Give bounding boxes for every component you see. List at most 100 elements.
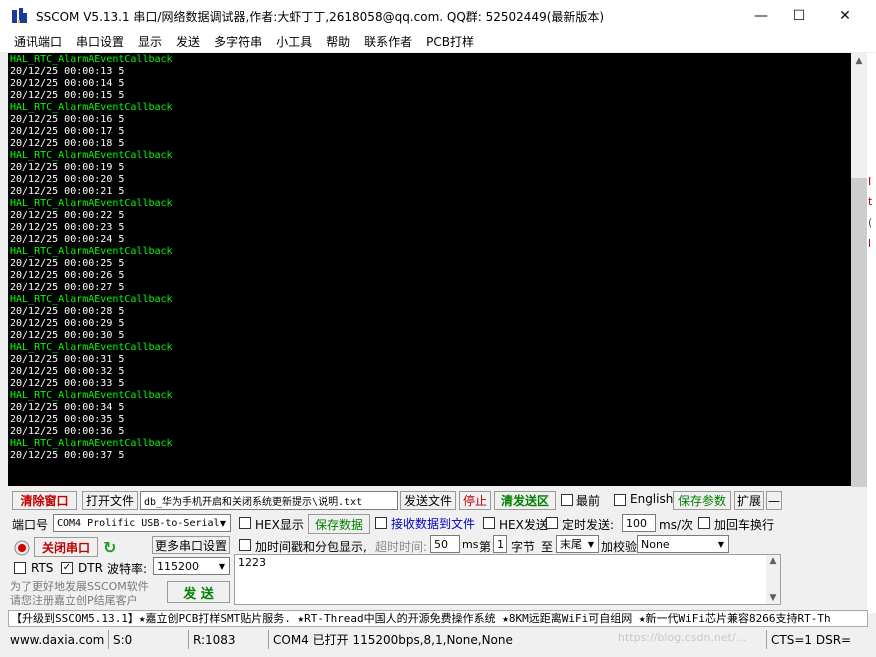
tail-value: 末尾	[560, 538, 582, 551]
dtr-label: DTR	[78, 561, 103, 575]
rts-checkbox[interactable]	[14, 562, 26, 574]
scroll-up-icon[interactable]: ▲	[766, 555, 780, 567]
console-line: HAL_RTC_AlarmAEventCallback	[10, 294, 173, 305]
menu-help[interactable]: 帮助	[326, 33, 350, 50]
menu-send[interactable]: 发送	[176, 33, 200, 50]
port-value: COM4 Prolific USB-to-Serial	[57, 517, 220, 529]
send-scrollbar[interactable]: ▲ ▼	[766, 555, 780, 604]
save-params-label: 保存参数	[677, 494, 726, 508]
console-line: HAL_RTC_AlarmAEventCallback	[10, 246, 173, 257]
window-title: SSCOM V5.13.1 串口/网络数据调试器,作者:大虾丁丁,2618058…	[36, 10, 605, 24]
recv-to-file-label[interactable]: 接收数据到文件	[391, 515, 475, 532]
english-checkbox[interactable]	[614, 494, 626, 506]
timed-unit-label: ms/次	[659, 518, 693, 532]
checksum-select[interactable]: None ▼	[637, 535, 729, 553]
send-file-label: 发送文件	[403, 494, 452, 508]
console-line: 20/12/25 00:00:14 5	[10, 78, 125, 89]
checksum-label: 加校验	[601, 540, 638, 554]
timeout-unit-label: ms	[462, 538, 479, 551]
bg-letter: l	[868, 237, 872, 250]
port-select[interactable]: COM4 Prolific USB-to-Serial ▼	[53, 514, 231, 532]
dtr-checkbox[interactable]: ✓	[61, 562, 73, 574]
title-bar: SSCOM V5.13.1 串口/网络数据调试器,作者:大虾丁丁,2618058…	[0, 0, 876, 31]
console-line: 20/12/25 00:00:16 5	[10, 114, 125, 125]
console-line: 20/12/25 00:00:27 5	[10, 282, 125, 293]
byte-label: 字节	[511, 540, 536, 554]
status-received: R:1083	[188, 630, 268, 649]
scroll-up-icon[interactable]: ▲	[851, 53, 867, 69]
timed-send-checkbox[interactable]	[546, 517, 558, 529]
timestamp-checkbox[interactable]	[239, 539, 251, 551]
close-port-button[interactable]: 关闭串口	[34, 537, 98, 557]
menu-bar: 通讯端口 串口设置 显示 发送 多字符串 小工具 帮助 联系作者 PCB打样	[0, 31, 876, 52]
receive-console[interactable]: HAL_RTC_AlarmAEventCallback 20/12/25 00:0…	[8, 53, 851, 486]
top-most-checkbox[interactable]	[561, 494, 573, 506]
news-ticker[interactable]: 【升级到SSCOM5.13.1】★嘉立创PCB打样SMT贴片服务. ★RT-Th…	[8, 610, 868, 627]
recv-to-file-checkbox[interactable]	[375, 517, 387, 529]
menu-comm-port[interactable]: 通讯端口	[14, 33, 62, 50]
baud-value: 115200	[157, 559, 199, 573]
send-button[interactable]: 发 送	[167, 581, 230, 603]
nth-byte-input[interactable]: 1	[493, 535, 507, 553]
clear-window-label: 清除窗口	[20, 494, 69, 508]
timed-interval-input[interactable]: 100	[622, 514, 656, 532]
add-crlf-checkbox[interactable]	[698, 517, 710, 529]
timestamp-label: 加时间戳和分包显示,	[255, 540, 367, 554]
menu-tools[interactable]: 小工具	[276, 33, 312, 50]
console-line: HAL_RTC_AlarmAEventCallback	[10, 54, 173, 65]
console-line: 20/12/25 00:00:19 5	[10, 162, 125, 173]
menu-display[interactable]: 显示	[138, 33, 162, 50]
hex-send-checkbox[interactable]	[483, 517, 495, 529]
console-line: 20/12/25 00:00:24 5	[10, 234, 125, 245]
close-port-label: 关闭串口	[41, 540, 90, 555]
add-crlf-label: 加回车换行	[714, 518, 775, 532]
refresh-icon[interactable]: ↻	[103, 538, 119, 557]
console-line: 20/12/25 00:00:36 5	[10, 426, 125, 437]
scroll-down-icon[interactable]: ▼	[766, 592, 780, 604]
tail-select[interactable]: 末尾 ▼	[556, 535, 599, 553]
send-button-label: 发 送	[183, 586, 214, 602]
file-path-field[interactable]: db_华为手机开启和关闭系统更新提示\说明.txt	[140, 491, 398, 510]
dropdown-arrow-icon: ▼	[587, 539, 595, 549]
scroll-thumb[interactable]	[851, 178, 867, 487]
hex-display-checkbox[interactable]	[239, 517, 251, 529]
stop-button[interactable]: 停止	[459, 491, 491, 510]
collapse-button[interactable]: —	[766, 491, 782, 510]
nth-label: 第	[479, 540, 492, 554]
console-line: 20/12/25 00:00:32 5	[10, 366, 125, 377]
menu-pcb[interactable]: PCB打样	[426, 33, 474, 50]
top-most-label: 最前	[576, 494, 601, 508]
console-line: 20/12/25 00:00:33 5	[10, 378, 125, 389]
expand-button[interactable]: 扩展	[734, 491, 764, 510]
send-textarea[interactable]: 1223	[234, 554, 781, 605]
english-label: English	[630, 492, 674, 506]
baud-select[interactable]: 115200 ▼	[153, 557, 230, 575]
checksum-value: None	[641, 537, 670, 551]
menu-multi-string[interactable]: 多字符串	[214, 33, 262, 50]
send-file-button[interactable]: 发送文件	[400, 491, 456, 510]
menu-contact[interactable]: 联系作者	[364, 33, 412, 50]
port-label: 端口号	[12, 518, 49, 532]
dropdown-arrow-icon: ▼	[717, 539, 725, 549]
open-file-button[interactable]: 打开文件	[82, 491, 138, 510]
console-line: 20/12/25 00:00:35 5	[10, 414, 125, 425]
console-line: 20/12/25 00:00:22 5	[10, 210, 125, 221]
maximize-button[interactable]: ☐	[776, 0, 822, 31]
timeout-input[interactable]: 50	[430, 535, 460, 553]
to-label: 至	[541, 540, 554, 554]
save-params-button[interactable]: 保存参数	[673, 491, 731, 510]
collapse-label: —	[768, 493, 780, 508]
save-data-button[interactable]: 保存数据	[308, 514, 370, 534]
clear-window-button[interactable]: 清除窗口	[12, 491, 77, 510]
close-button[interactable]: ✕	[822, 0, 868, 31]
timeout-label: 超时时间:	[375, 540, 428, 554]
status-url[interactable]: www.daxia.com	[6, 630, 108, 649]
bg-letter: t	[868, 195, 873, 208]
dropdown-arrow-icon: ▼	[219, 518, 227, 528]
timed-interval-value: 100	[626, 516, 647, 530]
more-settings-button[interactable]: 更多串口设置	[152, 536, 230, 554]
menu-serial-settings[interactable]: 串口设置	[76, 33, 124, 50]
clear-send-button[interactable]: 清发送区	[494, 491, 556, 510]
console-line: 20/12/25 00:00:21 5	[10, 186, 125, 197]
console-line: 20/12/25 00:00:23 5	[10, 222, 125, 233]
